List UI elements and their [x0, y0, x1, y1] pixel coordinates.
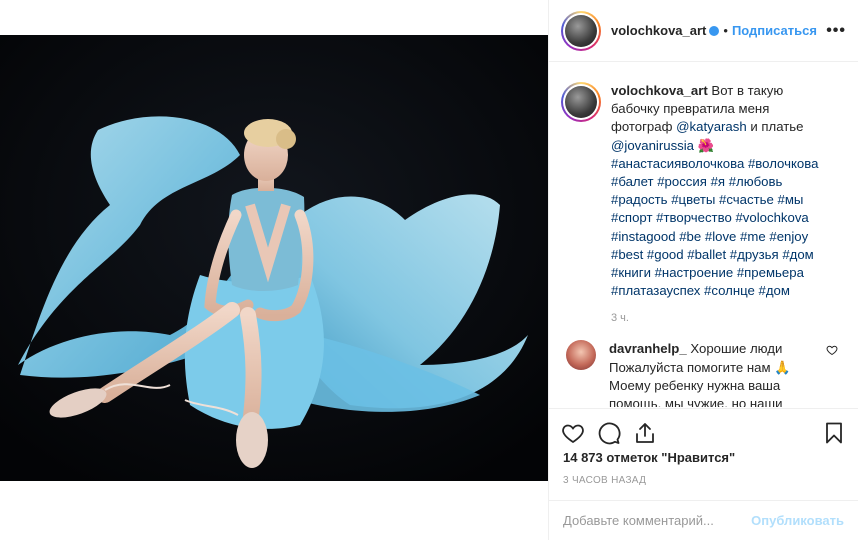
caption-username[interactable]: volochkova_art: [611, 83, 708, 98]
post-side-panel: volochkova_art • Подписаться ••• volochk…: [548, 0, 858, 540]
author-avatar[interactable]: [561, 10, 601, 51]
mention-link[interactable]: @jovanirussia: [611, 138, 694, 153]
more-options-icon[interactable]: •••: [826, 22, 846, 40]
follow-button[interactable]: Подписаться: [732, 23, 817, 38]
caption-time: 3 ч.: [611, 312, 629, 325]
flower-emoji: 🌺: [694, 137, 715, 153]
add-comment-bar: Опубликовать: [549, 500, 858, 540]
share-icon[interactable]: [633, 421, 657, 445]
caption-avatar[interactable]: [561, 82, 601, 122]
hashtags[interactable]: #анастасияволочкова #волочкова #балет #р…: [611, 156, 818, 298]
photo-illustration: [0, 35, 548, 481]
separator-dot: •: [723, 23, 728, 38]
publish-button[interactable]: Опубликовать: [751, 513, 844, 528]
comment: davranhelp_ Хорошие люди Пожалуйста помо…: [561, 340, 846, 407]
comment-input[interactable]: [563, 513, 752, 528]
caption-text: volochkova_art Вот в такую бабочку превр…: [611, 82, 831, 300]
post-photo[interactable]: [0, 35, 548, 481]
post-timestamp[interactable]: 3 часов назад: [563, 475, 646, 486]
verified-badge-icon: [709, 25, 720, 36]
comment-text: davranhelp_ Хорошие люди Пожалуйста помо…: [609, 340, 809, 407]
comments-section[interactable]: volochkova_art Вот в такую бабочку превр…: [549, 62, 858, 407]
instagram-post-modal: volochkova_art • Подписаться ••• volochk…: [0, 0, 858, 540]
photo-area: [0, 0, 548, 540]
commenter-avatar[interactable]: [566, 340, 596, 371]
bookmark-icon[interactable]: [822, 421, 846, 445]
author-username[interactable]: volochkova_art: [611, 23, 706, 38]
caption-body-2: и платье: [746, 119, 804, 135]
commenter-username[interactable]: davranhelp_: [609, 341, 687, 356]
heart-icon[interactable]: [561, 421, 585, 445]
likes-count[interactable]: 14 873 отметок "Нравится": [563, 450, 735, 465]
like-comment-heart-icon[interactable]: [826, 344, 838, 356]
post-header: volochkova_art • Подписаться •••: [549, 0, 858, 62]
comment-icon[interactable]: [597, 421, 621, 445]
caption: volochkova_art Вот в такую бабочку превр…: [561, 82, 846, 300]
action-bar: [549, 408, 858, 456]
mention-link[interactable]: @katyarash: [676, 119, 747, 134]
